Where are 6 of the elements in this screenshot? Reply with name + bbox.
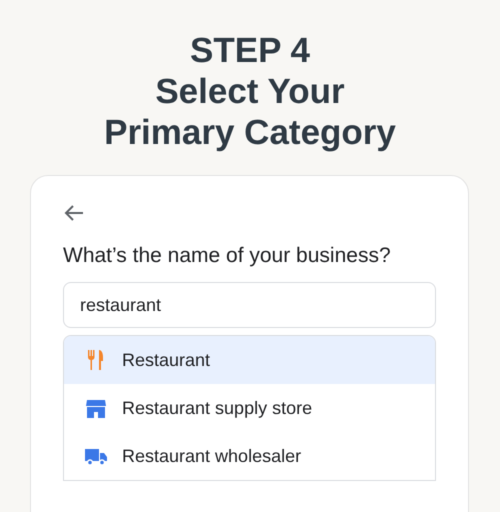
search-field[interactable]: restaurant bbox=[63, 282, 436, 328]
heading-line: Select Your bbox=[155, 71, 345, 112]
suggestion-item[interactable]: Restaurant bbox=[64, 336, 435, 384]
heading-line: STEP 4 bbox=[190, 30, 310, 71]
question-text: What’s the name of your business? bbox=[63, 244, 392, 268]
heading-line: Primary Category bbox=[104, 112, 396, 153]
